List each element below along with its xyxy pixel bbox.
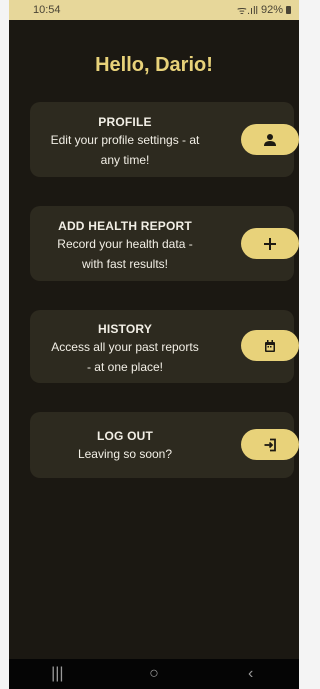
person-icon [264,133,276,146]
profile-card-text: PROFILE Edit your profile settings - at … [30,114,220,170]
back-button[interactable]: ‹ [221,659,281,689]
log-out-card-text: LOG OUT Leaving so soon? [30,428,220,464]
add-health-report-card-desc-line1: Record your health data - [57,237,193,251]
profile-button[interactable] [241,124,299,155]
calendar-icon [265,339,275,352]
profile-card-desc-line1: Edit your profile settings - at [50,133,200,147]
profile-card-title: PROFILE [98,115,152,129]
log-out-card-desc: Leaving so soon? [77,447,173,461]
log-out-card-title: LOG OUT [96,429,154,443]
logout-icon [264,438,276,451]
history-card[interactable]: HISTORY Access all your past reports - a… [30,310,299,383]
history-card-desc-line1: Access all your past reports [51,340,199,354]
system-nav-bar: ||| ○ ‹ [9,659,299,689]
add-health-report-card-desc-line2: with fast results! [81,257,169,271]
app-screen: 10:54 ᯤ.ıll 92% Hello, Dario! PROFILE Ed… [9,0,299,689]
status-indicators: ᯤ.ıll 92% [237,3,291,18]
profile-card[interactable]: PROFILE Edit your profile settings - at … [30,102,299,177]
battery-icon [286,6,291,14]
add-health-report-card-title: ADD HEALTH REPORT [58,219,192,233]
log-out-button[interactable] [241,429,299,460]
history-card-desc-line2: - at one place! [86,360,164,374]
history-card-title: HISTORY [97,322,153,336]
status-bar: 10:54 ᯤ.ıll 92% [9,0,299,20]
add-health-report-button[interactable] [241,228,299,259]
signal-icon: ᯤ.ıll [236,4,258,17]
plus-icon [264,237,276,250]
recent-apps-button[interactable]: ||| [27,659,87,689]
greeting-title: Hello, Dario! [95,54,213,76]
status-time: 10:54 [33,4,61,16]
profile-card-desc-line2: any time! [100,153,150,167]
add-health-report-card-text: ADD HEALTH REPORT Record your health dat… [30,218,220,274]
history-button[interactable] [241,330,299,361]
home-button[interactable]: ○ [124,659,184,689]
log-out-card[interactable]: LOG OUT Leaving so soon? [30,412,299,478]
add-health-report-card[interactable]: ADD HEALTH REPORT Record your health dat… [30,206,299,281]
history-card-text: HISTORY Access all your past reports - a… [30,321,220,377]
battery-percent: 92% [260,4,283,16]
